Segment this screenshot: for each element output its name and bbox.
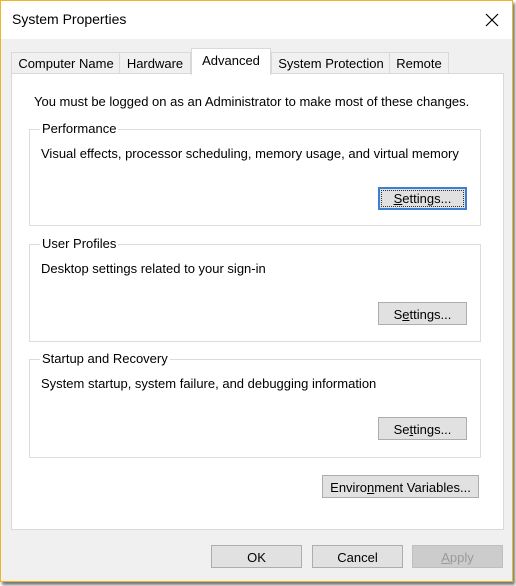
system-properties-window: System Properties Computer Name Hardware… bbox=[0, 0, 513, 582]
tab-computer-name[interactable]: Computer Name bbox=[11, 52, 121, 74]
group-label: Performance bbox=[40, 121, 119, 136]
tab-advanced[interactable]: Advanced bbox=[191, 48, 271, 75]
title-bar: System Properties bbox=[1, 1, 512, 39]
close-button[interactable] bbox=[477, 5, 507, 35]
cancel-button[interactable]: Cancel bbox=[312, 545, 403, 568]
tab-label: Computer Name bbox=[18, 56, 114, 71]
apply-button[interactable]: Apply bbox=[412, 545, 503, 568]
environment-variables-button[interactable]: Environment Variables... bbox=[322, 475, 479, 498]
ok-button[interactable]: OK bbox=[211, 545, 302, 568]
group-label: Startup and Recovery bbox=[40, 351, 170, 366]
group-description: Visual effects, processor scheduling, me… bbox=[41, 146, 459, 161]
tab-label: Advanced bbox=[202, 53, 260, 68]
tab-hardware[interactable]: Hardware bbox=[119, 52, 191, 74]
group-description: Desktop settings related to your sign-in bbox=[41, 261, 266, 276]
window-title: System Properties bbox=[12, 11, 127, 27]
advanced-tab-panel: You must be logged on as an Administrato… bbox=[11, 73, 504, 530]
tab-label: System Protection bbox=[278, 56, 384, 71]
group-label: User Profiles bbox=[40, 236, 119, 251]
startup-recovery-group: Startup and Recovery System startup, sys… bbox=[29, 351, 481, 458]
close-x-icon bbox=[485, 13, 499, 27]
tab-label: Remote bbox=[396, 56, 442, 71]
group-description: System startup, system failure, and debu… bbox=[41, 376, 377, 391]
tab-remote[interactable]: Remote bbox=[389, 52, 449, 74]
tab-system-protection[interactable]: System Protection bbox=[271, 52, 391, 74]
performance-settings-button[interactable]: Settings... bbox=[378, 187, 467, 210]
user-profiles-settings-button[interactable]: Settings... bbox=[378, 302, 467, 325]
tab-label: Hardware bbox=[126, 56, 184, 71]
performance-group: Performance Visual effects, processor sc… bbox=[29, 121, 481, 226]
admin-notice: You must be logged on as an Administrato… bbox=[34, 94, 470, 109]
startup-recovery-settings-button[interactable]: Settings... bbox=[378, 417, 467, 440]
user-profiles-group: User Profiles Desktop settings related t… bbox=[29, 236, 481, 342]
